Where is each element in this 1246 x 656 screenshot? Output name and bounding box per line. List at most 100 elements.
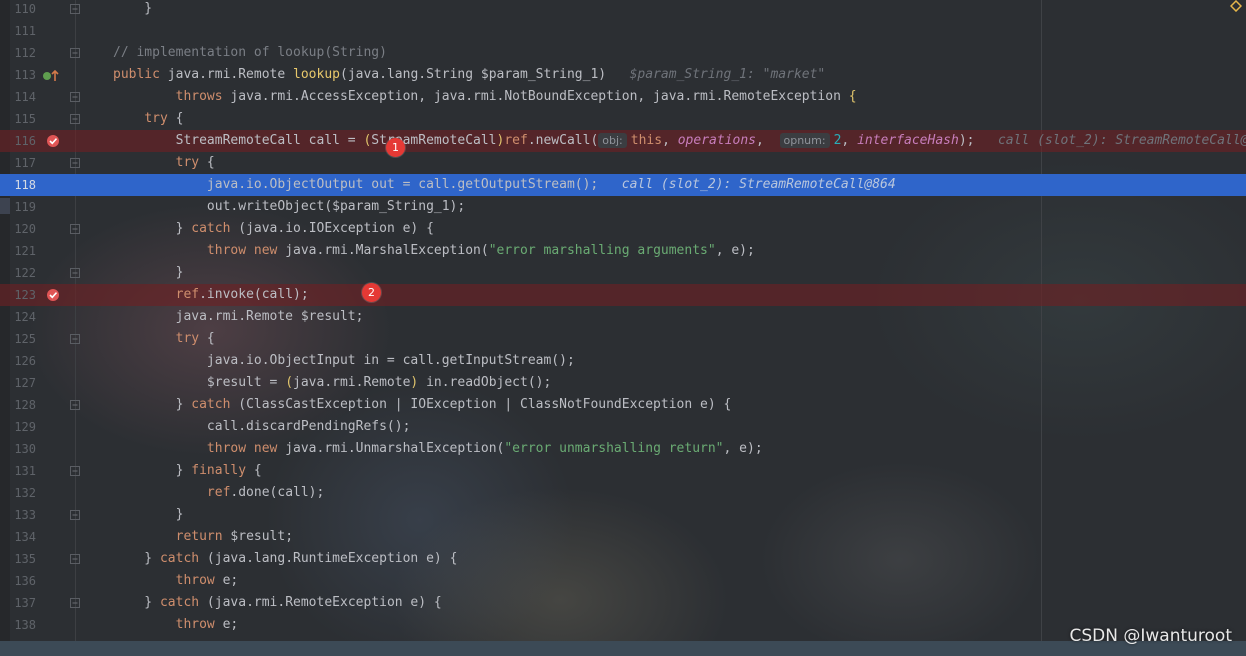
code-text[interactable]: } catch (java.lang.RuntimeException e) { <box>113 548 457 570</box>
code-line-119[interactable]: 119 out.writeObject($param_String_1); <box>0 196 1246 218</box>
code-text[interactable]: java.io.ObjectOutput out = call.getOutpu… <box>113 174 896 196</box>
line-number[interactable]: 121 <box>10 240 36 262</box>
line-number[interactable]: 125 <box>10 328 36 350</box>
code-line-137[interactable]: 137 } catch (java.rmi.RemoteException e)… <box>0 592 1246 614</box>
line-number[interactable]: 113 <box>10 64 36 86</box>
fold-arrow-icon[interactable] <box>70 510 80 520</box>
code-text[interactable]: try { <box>113 152 215 174</box>
fold-arrow-icon[interactable] <box>70 4 80 14</box>
line-number[interactable]: 123 <box>10 284 36 306</box>
code-line-116[interactable]: 116 StreamRemoteCall call = (StreamRemot… <box>0 130 1246 152</box>
code-line-121[interactable]: 121 throw new java.rmi.MarshalException(… <box>0 240 1246 262</box>
code-line-125[interactable]: 125 try { <box>0 328 1246 350</box>
code-text[interactable]: StreamRemoteCall call = (StreamRemoteCal… <box>113 130 1246 152</box>
code-text[interactable]: java.rmi.Remote $result; <box>113 306 364 328</box>
code-text[interactable]: } finally { <box>113 460 262 482</box>
line-number[interactable]: 111 <box>10 20 36 42</box>
code-text[interactable]: } <box>113 0 152 20</box>
code-text[interactable]: throws java.rmi.AccessException, java.rm… <box>113 86 857 108</box>
fold-arrow-icon[interactable] <box>70 400 80 410</box>
code-line-129[interactable]: 129 call.discardPendingRefs(); <box>0 416 1246 438</box>
fold-arrow-icon[interactable] <box>70 466 80 476</box>
code-line-117[interactable]: 117 try { <box>0 152 1246 174</box>
line-number[interactable]: 124 <box>10 306 36 328</box>
code-line-114[interactable]: 114 throws java.rmi.AccessException, jav… <box>0 86 1246 108</box>
line-number[interactable]: 135 <box>10 548 36 570</box>
fold-arrow-icon[interactable] <box>70 334 80 344</box>
code-text[interactable]: throw e; <box>113 614 239 636</box>
code-text[interactable]: try { <box>113 108 183 130</box>
line-number[interactable]: 115 <box>10 108 36 130</box>
line-number[interactable]: 129 <box>10 416 36 438</box>
code-line-122[interactable]: 122 } <box>0 262 1246 284</box>
code-line-132[interactable]: 132 ref.done(call); <box>0 482 1246 504</box>
code-text[interactable]: } <box>113 262 184 284</box>
line-number[interactable]: 130 <box>10 438 36 460</box>
line-number[interactable]: 136 <box>10 570 36 592</box>
code-line-126[interactable]: 126 java.io.ObjectInput in = call.getInp… <box>0 350 1246 372</box>
code-text[interactable]: public java.rmi.Remote lookup(java.lang.… <box>113 64 825 86</box>
breakpoint-icon[interactable] <box>46 288 60 302</box>
line-number[interactable]: 112 <box>10 42 36 64</box>
line-number[interactable]: 118 <box>10 174 36 196</box>
code-line-111[interactable]: 111 <box>0 20 1246 42</box>
code-line-120[interactable]: 120 } catch (java.io.IOException e) { <box>0 218 1246 240</box>
line-number[interactable]: 133 <box>10 504 36 526</box>
line-number[interactable]: 117 <box>10 152 36 174</box>
code-text[interactable]: } catch (java.rmi.RemoteException e) { <box>113 592 441 614</box>
code-line-135[interactable]: 135 } catch (java.lang.RuntimeException … <box>0 548 1246 570</box>
code-text[interactable]: throw e; <box>113 570 239 592</box>
line-number[interactable]: 122 <box>10 262 36 284</box>
fold-arrow-icon[interactable] <box>70 92 80 102</box>
code-line-134[interactable]: 134 return $result; <box>0 526 1246 548</box>
code-text[interactable]: java.io.ObjectInput in = call.getInputSt… <box>113 350 575 372</box>
fold-arrow-icon[interactable] <box>70 48 80 58</box>
code-line-130[interactable]: 130 throw new java.rmi.UnmarshalExceptio… <box>0 438 1246 460</box>
code-line-112[interactable]: 112 // implementation of lookup(String) <box>0 42 1246 64</box>
code-text[interactable]: // implementation of lookup(String) <box>113 42 387 64</box>
line-number[interactable]: 127 <box>10 372 36 394</box>
code-text[interactable]: throw new java.rmi.MarshalException("err… <box>113 240 755 262</box>
code-line-110[interactable]: 110 } <box>0 0 1246 20</box>
line-number[interactable]: 138 <box>10 614 36 636</box>
line-number[interactable]: 114 <box>10 86 36 108</box>
code-line-128[interactable]: 128 } catch (ClassCastException | IOExce… <box>0 394 1246 416</box>
code-line-127[interactable]: 127 $result = (java.rmi.Remote) in.readO… <box>0 372 1246 394</box>
code-line-131[interactable]: 131 } finally { <box>0 460 1246 482</box>
inspection-status-icon[interactable] <box>1230 0 1242 12</box>
fold-arrow-icon[interactable] <box>70 114 80 124</box>
fold-arrow-icon[interactable] <box>70 224 80 234</box>
code-text[interactable]: ref.done(call); <box>113 482 324 504</box>
code-text[interactable]: } catch (java.io.IOException e) { <box>113 218 434 240</box>
code-line-113[interactable]: 113 public java.rmi.Remote lookup(java.la… <box>0 64 1246 86</box>
line-number[interactable]: 116 <box>10 130 36 152</box>
line-number[interactable]: 110 <box>10 0 36 20</box>
fold-arrow-icon[interactable] <box>70 268 80 278</box>
code-text[interactable]: ref.invoke(call); <box>113 284 309 306</box>
line-number[interactable]: 119 <box>10 196 36 218</box>
line-number[interactable]: 137 <box>10 592 36 614</box>
code-line-136[interactable]: 136 throw e; <box>0 570 1246 592</box>
code-text[interactable]: return $result; <box>113 526 293 548</box>
code-text[interactable]: out.writeObject($param_String_1); <box>113 196 465 218</box>
fold-arrow-icon[interactable] <box>70 158 80 168</box>
line-number[interactable]: 134 <box>10 526 36 548</box>
breakpoint-icon[interactable] <box>46 134 60 148</box>
code-line-118[interactable]: 118 java.io.ObjectOutput out = call.getO… <box>0 174 1246 196</box>
code-line-133[interactable]: 133 } <box>0 504 1246 526</box>
code-line-124[interactable]: 124 java.rmi.Remote $result; <box>0 306 1246 328</box>
fold-arrow-icon[interactable] <box>70 554 80 564</box>
override-implements-icon[interactable] <box>42 69 60 82</box>
line-number[interactable]: 126 <box>10 350 36 372</box>
line-number[interactable]: 132 <box>10 482 36 504</box>
code-text[interactable]: throw new java.rmi.UnmarshalException("e… <box>113 438 763 460</box>
code-text[interactable]: try { <box>113 328 215 350</box>
line-number[interactable]: 120 <box>10 218 36 240</box>
line-number[interactable]: 131 <box>10 460 36 482</box>
code-text[interactable]: } catch (ClassCastException | IOExceptio… <box>113 394 732 416</box>
code-line-123[interactable]: 123 ref.invoke(call); <box>0 284 1246 306</box>
fold-arrow-icon[interactable] <box>70 598 80 608</box>
code-line-138[interactable]: 138 throw e; <box>0 614 1246 636</box>
code-line-115[interactable]: 115 try { <box>0 108 1246 130</box>
code-text[interactable]: $result = (java.rmi.Remote) in.readObjec… <box>113 372 551 394</box>
